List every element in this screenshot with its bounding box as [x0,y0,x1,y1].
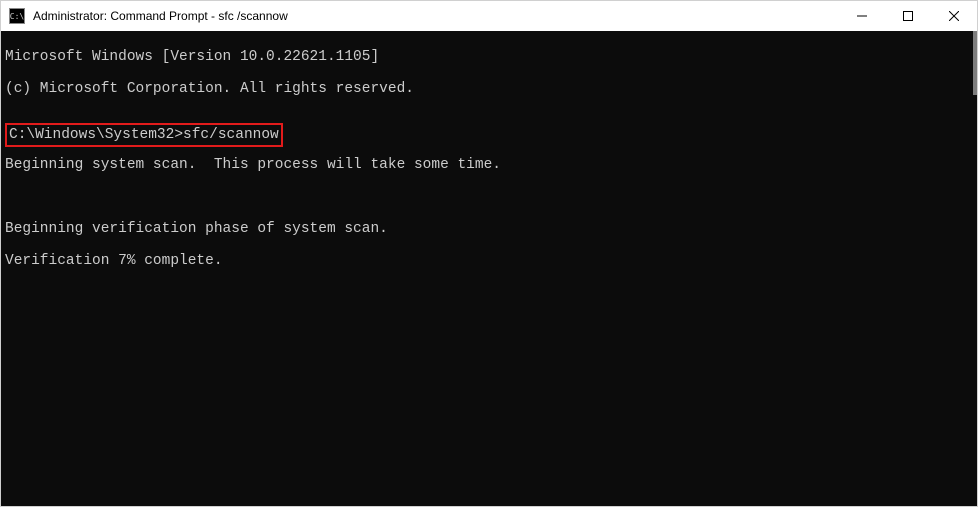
scrollbar-thumb[interactable] [973,31,977,95]
terminal-output-line: Beginning verification phase of system s… [5,221,973,237]
terminal-output-line: Microsoft Windows [Version 10.0.22621.11… [5,49,973,65]
terminal-output-line: Verification 7% complete. [5,253,973,269]
minimize-button[interactable] [839,1,885,31]
scrollbar-track[interactable] [973,31,977,506]
maximize-button[interactable] [885,1,931,31]
window-icon-label: C:\ [10,12,24,21]
terminal-output-line: (c) Microsoft Corporation. All rights re… [5,81,973,97]
close-icon [949,11,959,21]
highlighted-command: C:\Windows\System32>sfc/scannow [5,123,283,147]
command-prompt-line: C:\Windows\System32>sfc/scannow [9,127,279,143]
close-button[interactable] [931,1,977,31]
command-prompt-window: C:\ Administrator: Command Prompt - sfc … [0,0,978,507]
window-title: Administrator: Command Prompt - sfc /sca… [33,9,839,23]
maximize-icon [903,11,913,21]
terminal-area[interactable]: Microsoft Windows [Version 10.0.22621.11… [1,31,977,506]
terminal-output-line: Beginning system scan. This process will… [5,157,973,173]
window-controls [839,1,977,31]
minimize-icon [857,11,867,21]
titlebar[interactable]: C:\ Administrator: Command Prompt - sfc … [1,1,977,31]
window-icon: C:\ [9,8,25,24]
terminal-blank-line [5,189,973,205]
